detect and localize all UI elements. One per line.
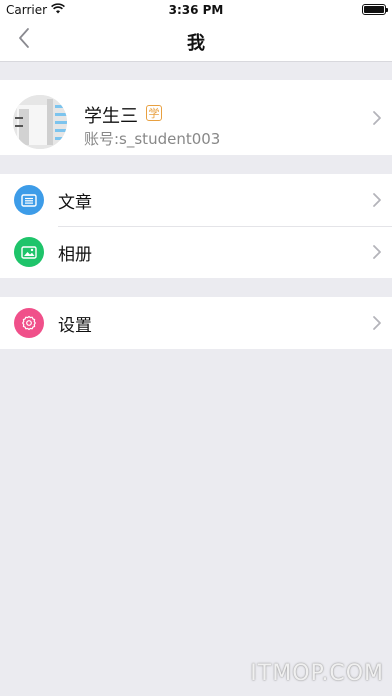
menu-item-label: 文章 [58,192,92,213]
album-icon [14,237,44,267]
menu-item-label: 相册 [58,244,92,265]
status-right [362,4,388,15]
role-badge: 学 [146,105,162,121]
menu-group-settings: 设置 [0,297,392,349]
page-title: 我 [187,33,205,54]
menu-item-label: 设置 [58,315,92,336]
menu-item-articles[interactable]: 文章 [0,174,392,226]
settings-icon [14,308,44,338]
chevron-right-icon [372,244,382,260]
profile-card: 学生三 学 账号:s_student003 [0,80,392,155]
profile-account: 账号:s_student003 [84,130,221,148]
avatar [13,95,67,149]
watermark: ITMOP.COM [250,661,384,686]
status-bar: Carrier 3:36 PM [0,0,392,20]
chevron-right-icon [372,110,382,126]
menu-item-album[interactable]: 相册 [0,226,392,278]
chevron-right-icon [372,315,382,331]
chevron-right-icon [372,192,382,208]
profile-name: 学生三 [84,106,138,127]
profile-row[interactable]: 学生三 学 账号:s_student003 [0,80,392,155]
battery-icon [362,4,388,15]
menu-item-settings[interactable]: 设置 [0,297,392,349]
navigation-bar: 我 [0,20,392,62]
status-time: 3:36 PM [168,3,224,17]
menu-group-content: 文章 相册 [0,174,392,278]
article-icon [14,185,44,215]
